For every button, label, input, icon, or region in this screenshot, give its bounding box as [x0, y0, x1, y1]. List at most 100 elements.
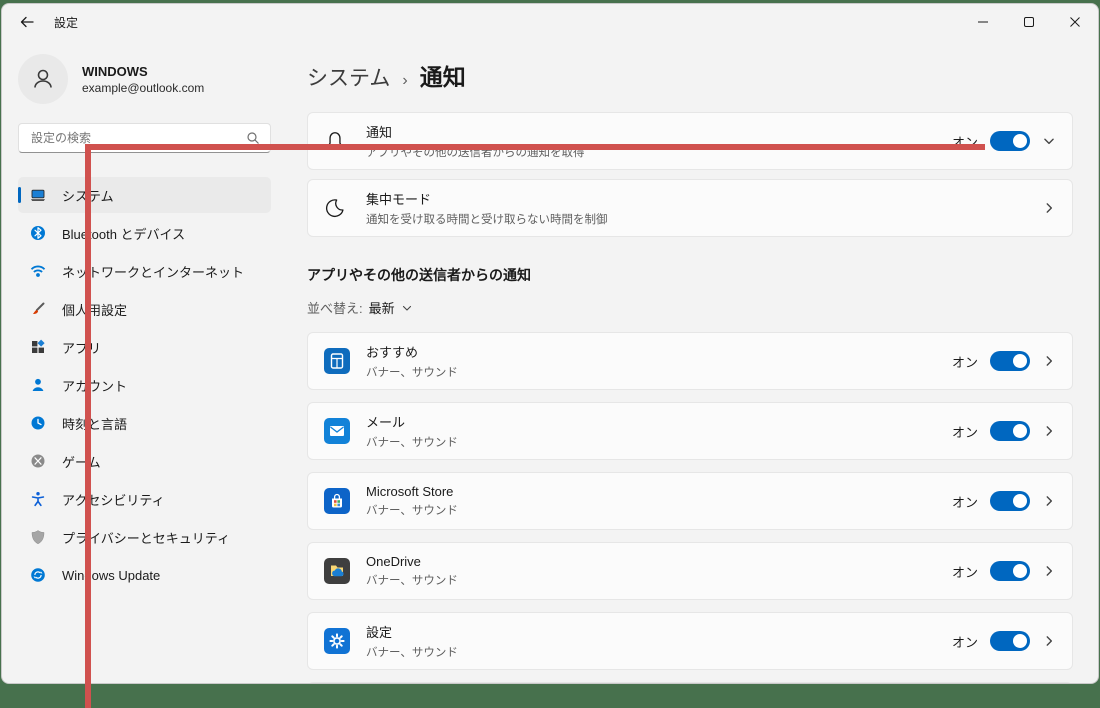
chevron-right-icon — [1042, 424, 1056, 438]
selected-indicator — [18, 187, 21, 203]
sidebar-item-label: Bluetooth とデバイス — [62, 224, 185, 243]
app-toggle[interactable] — [990, 631, 1030, 651]
search-input[interactable] — [29, 130, 246, 146]
app-toggle[interactable] — [990, 561, 1030, 581]
toggle-knob — [1013, 134, 1027, 148]
toggle-state-label: オン — [952, 352, 978, 371]
sidebar-item-accounts[interactable]: アカウント — [18, 367, 271, 403]
toggle-state-label: オン — [952, 132, 978, 151]
breadcrumb-separator-icon: › — [402, 72, 407, 90]
sidebar-item-label: ネットワークとインターネット — [62, 262, 244, 281]
toggle-knob — [1013, 494, 1027, 508]
sidebar-item-label: システム — [62, 186, 114, 205]
chevron-right-icon — [1042, 494, 1056, 508]
profile-email: example@outlook.com — [82, 81, 204, 95]
minimize-button[interactable] — [960, 4, 1006, 40]
sort-label: 並べ替え: — [307, 298, 363, 317]
bell-icon — [324, 130, 346, 152]
time-language-icon — [30, 415, 46, 431]
chevron-right-icon — [1042, 201, 1056, 215]
sidebar-item-accessibility[interactable]: アクセシビリティ — [18, 481, 271, 517]
toggle-state-label: オン — [952, 632, 978, 651]
avatar — [18, 54, 68, 104]
sidebar: WINDOWS example@outlook.com システム Bluetoot… — [2, 40, 287, 683]
apps-section-title: アプリやその他の送信者からの通知 — [307, 265, 1073, 285]
windows-update-icon — [30, 567, 46, 583]
breadcrumb-parent[interactable]: システム — [307, 62, 390, 92]
sidebar-item-personalization[interactable]: 個人用設定 — [18, 291, 271, 327]
gaming-icon — [30, 453, 46, 469]
app-row-recommended[interactable]: おすすめバナー、サウンドオン — [307, 332, 1073, 390]
app-row-store[interactable]: Microsoft Storeバナー、サウンドオン — [307, 472, 1073, 530]
app-row-partial[interactable] — [307, 682, 1073, 684]
personalization-icon — [30, 301, 46, 317]
sidebar-item-label: プライバシーとセキュリティ — [62, 528, 230, 547]
chevron-down-icon — [401, 302, 413, 314]
toggle-knob — [1013, 424, 1027, 438]
minimize-icon — [977, 16, 989, 28]
accessibility-icon — [30, 491, 46, 507]
sidebar-item-bluetooth[interactable]: Bluetooth とデバイス — [18, 215, 271, 251]
focus-assist-card[interactable]: 集中モード 通知を受け取る時間と受け取らない時間を制御 — [307, 179, 1073, 237]
sidebar-item-label: アクセシビリティ — [62, 490, 165, 509]
focus-assist-subtitle: 通知を受け取る時間と受け取らない時間を制御 — [366, 211, 608, 227]
app-subtitle: バナー、サウンド — [366, 644, 458, 660]
sidebar-item-label: Windows Update — [62, 568, 160, 583]
sidebar-item-gaming[interactable]: ゲーム — [18, 443, 271, 479]
sort-value: 最新 — [369, 298, 395, 317]
chevron-right-icon — [1042, 634, 1056, 648]
app-row-onedrive[interactable]: OneDriveバナー、サウンドオン — [307, 542, 1073, 600]
app-name: おすすめ — [366, 342, 458, 361]
person-icon — [29, 65, 57, 93]
chevron-right-icon — [1042, 564, 1056, 578]
sidebar-item-network[interactable]: ネットワークとインターネット — [18, 253, 271, 289]
sidebar-item-label: 時刻と言語 — [62, 414, 127, 433]
notifications-card[interactable]: 通知 アプリやその他の送信者からの通知を取得 オン — [307, 112, 1073, 170]
back-arrow-icon — [19, 14, 35, 30]
app-subtitle: バナー、サウンド — [366, 434, 458, 450]
network-icon — [30, 263, 46, 279]
main-content: システム › 通知 通知 アプリやその他の送信者からの通知を取得 オン — [287, 40, 1098, 683]
notifications-toggle[interactable] — [990, 131, 1030, 151]
app-subtitle: バナー、サウンド — [366, 572, 458, 588]
maximize-button[interactable] — [1006, 4, 1052, 40]
app-toggle[interactable] — [990, 491, 1030, 511]
store-app-icon — [324, 488, 350, 514]
focus-assist-title: 集中モード — [366, 189, 608, 208]
app-toggle[interactable] — [990, 351, 1030, 371]
settings-app-icon — [324, 628, 350, 654]
breadcrumb: システム › 通知 — [307, 58, 1073, 92]
sidebar-item-time-language[interactable]: 時刻と言語 — [18, 405, 271, 441]
privacy-icon — [30, 529, 46, 545]
app-row-mail[interactable]: メールバナー、サウンドオン — [307, 402, 1073, 460]
recommended-app-icon — [324, 348, 350, 374]
app-row-settings[interactable]: 設定バナー、サウンド オン — [307, 612, 1073, 670]
mail-app-icon — [324, 418, 350, 444]
sidebar-item-label: アプリ — [62, 338, 101, 357]
profile-name: WINDOWS — [82, 64, 204, 79]
sidebar-item-label: ゲーム — [62, 452, 101, 471]
app-toggle[interactable] — [990, 421, 1030, 441]
titlebar: 設定 — [2, 4, 1098, 40]
sidebar-item-windows-update[interactable]: Windows Update — [18, 557, 271, 593]
sidebar-item-privacy[interactable]: プライバシーとセキュリティ — [18, 519, 271, 555]
sidebar-item-apps[interactable]: アプリ — [18, 329, 271, 365]
search-box — [18, 123, 271, 153]
page-title: 通知 — [420, 58, 466, 92]
sort-dropdown[interactable]: 並べ替え: 最新 — [307, 298, 413, 317]
sidebar-item-system[interactable]: システム — [18, 177, 271, 213]
moon-icon — [324, 197, 346, 219]
settings-window: 設定 WINDOWS example@o — [1, 3, 1099, 684]
accounts-icon — [30, 377, 46, 393]
window-controls — [960, 4, 1098, 40]
notifications-subtitle: アプリやその他の送信者からの通知を取得 — [366, 144, 585, 160]
close-button[interactable] — [1052, 4, 1098, 40]
chevron-down-icon[interactable] — [1042, 134, 1056, 148]
toggle-knob — [1013, 634, 1027, 648]
apps-icon — [30, 339, 46, 355]
back-button[interactable] — [8, 7, 46, 37]
app-list: おすすめバナー、サウンドオンメールバナー、サウンドオンMicrosoft Sto… — [307, 332, 1073, 670]
app-name: 設定 — [366, 622, 458, 641]
user-profile: WINDOWS example@outlook.com — [18, 50, 271, 108]
window-title: 設定 — [54, 14, 78, 31]
